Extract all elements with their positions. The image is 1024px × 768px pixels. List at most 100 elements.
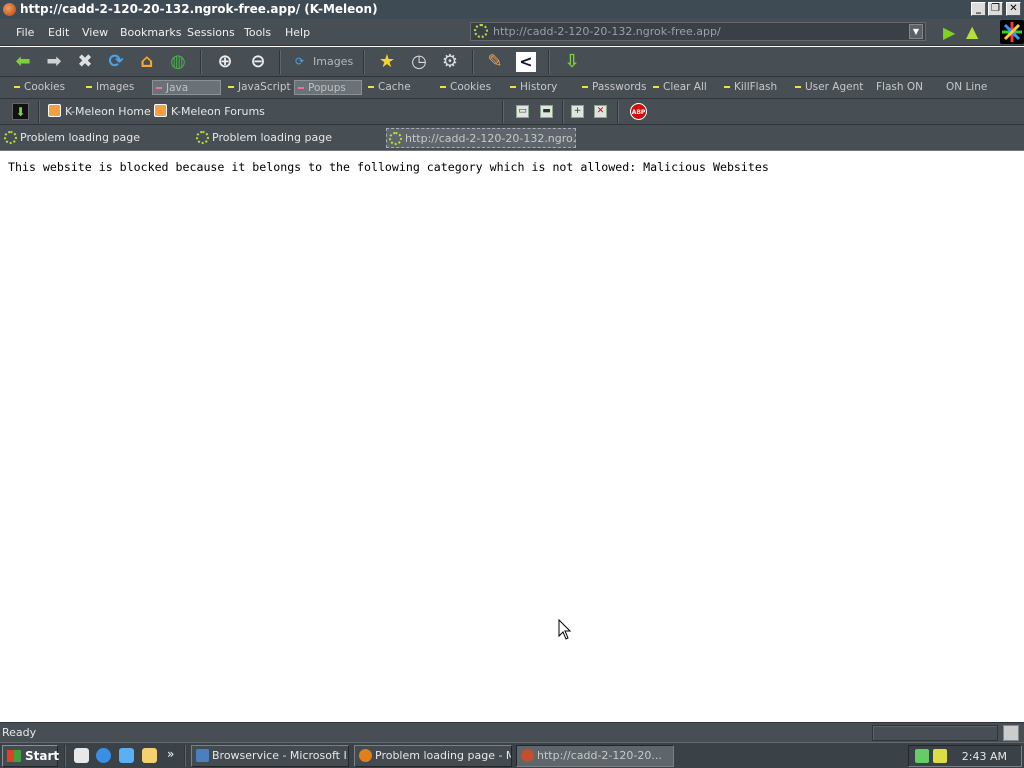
pref-label: User Agent [805,81,864,93]
menu-tools[interactable]: Tools [244,26,271,39]
status-text: Ready [2,726,37,739]
outlook-express-icon[interactable] [119,748,134,763]
network-tray-icon[interactable] [915,749,929,763]
pref-history[interactable]: History [510,80,557,95]
pref-label: JavaScript [238,81,291,93]
macros-icon[interactable]: ✎ [484,51,506,73]
start-button[interactable]: Start [2,745,60,767]
clock[interactable]: 2:43 AM [962,750,1007,763]
pref-label: Clear All [663,81,707,93]
update-tray-icon[interactable] [933,749,947,763]
menu-view[interactable]: View [82,26,108,39]
download-arrow-icon[interactable]: ⬇ [12,103,29,120]
pref-popups[interactable]: Popups [294,80,362,95]
address-bar[interactable]: http://cadd-2-120-20-132.ngrok-free.app/… [470,22,926,41]
internet-explorer-icon[interactable] [96,748,111,763]
privacy-bar: Cookies Images Java JavaScript Popups Ca… [0,77,1024,99]
go-icon[interactable]: ▶ [943,23,955,42]
back-icon[interactable]: ⬅ [12,51,34,73]
start-label: Start [25,749,60,763]
adblock-plus-icon[interactable]: ABP [630,103,647,120]
menu-bar: File Edit View Bookmarks Sessions Tools … [0,19,1024,46]
toolbar-separator [617,101,618,123]
new-layer-icon[interactable]: + [571,105,584,118]
pref-label: Images [96,81,135,93]
pref-online[interactable]: ON Line [936,80,987,95]
taskbar-separator [184,745,185,767]
taskbar-button-label: http://cadd-2-120-20... [537,749,662,762]
zoom-in-icon[interactable]: ⊕ [214,51,236,73]
system-tray: 2:43 AM [908,745,1022,767]
address-input[interactable]: http://cadd-2-120-20-132.ngrok-free.app/ [493,25,721,38]
pref-label: Cookies [24,81,66,93]
tab-active-url[interactable]: http://cadd-2-120-20-132.ngro... [386,128,576,148]
pref-clear-cookies[interactable]: Cookies [440,80,491,95]
menu-sessions[interactable]: Sessions [187,26,235,39]
reload-icon[interactable]: ⟳ [105,51,127,73]
show-desktop-icon[interactable] [74,748,89,763]
pref-java[interactable]: Java [152,80,221,95]
navigation-toolbar: ⬅ ➡ ✖ ⟳ ⌂ ◍ ⊕ ⊖ ⟳ Images ★ ◷ ⚙ ✎ < ⇩ [0,47,1024,77]
pref-label: Cache [378,81,411,93]
close-button[interactable]: ✕ [1006,2,1021,16]
toolbar-separator [363,50,364,74]
history-icon[interactable]: ◷ [408,51,430,73]
tab-problem-loading-2[interactable]: Problem loading page [196,128,376,148]
bookmark-kmeleon-home[interactable]: K-Meleon Home [48,104,151,118]
address-dropdown-button[interactable]: ▼ [909,24,923,39]
taskbar: Start » Browservice - Microsoft I... Pro… [0,742,1024,768]
bookmark-kmeleon-forums[interactable]: K-Meleon Forums [154,104,265,118]
menu-file[interactable]: File [16,26,34,39]
quicklaunch-chevron[interactable]: » [167,747,174,761]
taskbar-button-firefox[interactable]: Problem loading page - M... [354,745,512,767]
kmeleon-bookmark-icon [154,104,167,117]
status-resize-icon[interactable] [1003,725,1019,741]
layer-all-icon[interactable]: ▬ [540,105,553,118]
pref-killflash[interactable]: KillFlash [724,80,777,95]
menu-help[interactable]: Help [285,26,310,39]
bookmarks-bar: ⬇ K-Meleon Home K-Meleon Forums ▭ ▬ + ✕ … [0,99,1024,125]
bookmark-star-icon[interactable]: ★ [376,51,398,73]
toolbar-separator [279,50,280,74]
taskbar-button-kmeleon[interactable]: http://cadd-2-120-20... [516,745,674,767]
tab-bar: Problem loading page Problem loading pag… [0,125,1024,151]
taskbar-button-browservice[interactable]: Browservice - Microsoft I... [191,745,349,767]
stop-icon[interactable]: ✖ [74,51,96,73]
taskbar-button-label: Problem loading page - M... [375,749,512,762]
pref-images[interactable]: Images [86,80,134,95]
home-icon[interactable]: ⌂ [136,51,158,73]
menu-edit[interactable]: Edit [48,26,69,39]
pref-label: Java [166,82,189,94]
view-source-icon[interactable]: < [516,52,536,72]
page-content: This website is blocked because it belon… [0,151,1024,722]
zoom-out-icon[interactable]: ⊖ [247,51,269,73]
pref-passwords[interactable]: Passwords [582,80,647,95]
kmeleon-bookmark-icon [48,104,61,117]
globe-icon[interactable]: ◍ [167,51,189,73]
pref-cookies[interactable]: Cookies [14,80,65,95]
download-icon[interactable]: ⇩ [561,51,583,73]
settings-gear-icon[interactable]: ⚙ [439,51,461,73]
menu-bookmarks[interactable]: Bookmarks [120,26,181,39]
pref-user-agent[interactable]: User Agent [795,80,863,95]
pref-javascript[interactable]: JavaScript [228,80,291,95]
restore-button[interactable]: ❐ [988,2,1003,16]
close-layer-icon[interactable]: ✕ [594,105,607,118]
pref-cache[interactable]: Cache [368,80,411,95]
bookmark-label: K-Meleon Home [65,105,151,118]
forward-icon[interactable]: ➡ [43,51,65,73]
up-icon[interactable]: ▲ [966,22,978,41]
images-toggle-button[interactable]: Images [313,55,353,68]
taskbar-button-label: Browservice - Microsoft I... [212,749,349,762]
pref-flash-on[interactable]: Flash ON [866,80,923,95]
pref-clear-all[interactable]: Clear All [653,80,707,95]
toolbar-separator [38,101,39,123]
loading-spinner-icon [4,131,17,144]
window-title: http://cadd-2-120-20-132.ngrok-free.app/… [20,2,378,16]
minimize-button[interactable]: _ [971,2,986,16]
search-icon[interactable] [142,748,157,763]
layer-icon[interactable]: ▭ [516,105,529,118]
pref-label: KillFlash [734,81,778,93]
pref-label: Popups [308,82,346,94]
tab-problem-loading-1[interactable]: Problem loading page [4,128,184,148]
